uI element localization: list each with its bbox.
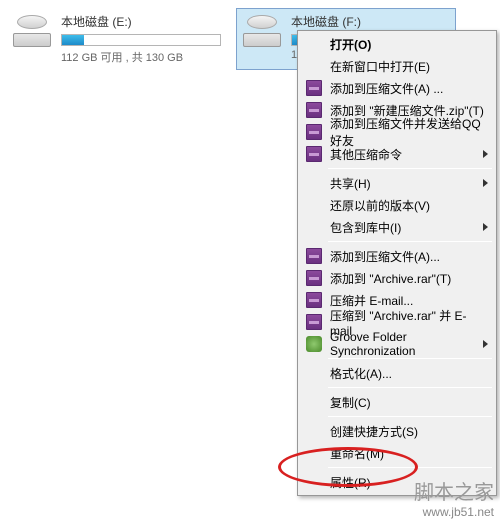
archive-icon	[306, 248, 322, 264]
menu-add-to-archive-2[interactable]: 添加到压缩文件(A)...	[300, 245, 494, 267]
menu-restore-versions[interactable]: 还原以前的版本(V)	[300, 194, 494, 216]
separator	[328, 168, 492, 169]
separator	[328, 241, 492, 242]
context-menu: 打开(O) 在新窗口中打开(E) 添加到压缩文件(A) ... 添加到 "新建压…	[297, 30, 497, 496]
drive-f-name: 本地磁盘 (F:)	[291, 13, 451, 30]
archive-icon	[306, 124, 322, 140]
drive-e[interactable]: 本地磁盘 (E:) 112 GB 可用 , 共 130 GB	[6, 8, 226, 70]
menu-other-archive[interactable]: 其他压缩命令	[300, 143, 494, 165]
submenu-arrow-icon	[483, 340, 488, 348]
separator	[328, 358, 492, 359]
submenu-arrow-icon	[483, 179, 488, 187]
hdd-icon	[241, 13, 283, 49]
menu-share[interactable]: 共享(H)	[300, 172, 494, 194]
drive-e-name: 本地磁盘 (E:)	[61, 13, 221, 30]
groove-icon	[306, 336, 322, 352]
archive-icon	[306, 314, 322, 330]
menu-open[interactable]: 打开(O)	[300, 33, 494, 55]
menu-add-to-archive[interactable]: 添加到压缩文件(A) ...	[300, 77, 494, 99]
submenu-arrow-icon	[483, 223, 488, 231]
archive-icon	[306, 102, 322, 118]
menu-rename[interactable]: 重命名(M)	[300, 442, 494, 464]
archive-icon	[306, 270, 322, 286]
menu-groove[interactable]: Groove Folder Synchronization	[300, 333, 494, 355]
menu-open-new-window[interactable]: 在新窗口中打开(E)	[300, 55, 494, 77]
menu-add-to-rar[interactable]: 添加到 "Archive.rar"(T)	[300, 267, 494, 289]
menu-format[interactable]: 格式化(A)...	[300, 362, 494, 384]
menu-copy[interactable]: 复制(C)	[300, 391, 494, 413]
watermark: 脚本之家 www.jb51.net	[414, 476, 494, 519]
submenu-arrow-icon	[483, 150, 488, 158]
hdd-icon	[11, 13, 53, 49]
menu-add-send-qq[interactable]: 添加到压缩文件并发送给QQ好友	[300, 121, 494, 143]
archive-icon	[306, 146, 322, 162]
archive-icon	[306, 292, 322, 308]
separator	[328, 416, 492, 417]
menu-create-shortcut[interactable]: 创建快捷方式(S)	[300, 420, 494, 442]
separator	[328, 467, 492, 468]
drive-e-stats: 112 GB 可用 , 共 130 GB	[61, 49, 221, 65]
drive-e-usage-bar	[61, 34, 221, 46]
archive-icon	[306, 80, 322, 96]
menu-include-library[interactable]: 包含到库中(I)	[300, 216, 494, 238]
separator	[328, 387, 492, 388]
